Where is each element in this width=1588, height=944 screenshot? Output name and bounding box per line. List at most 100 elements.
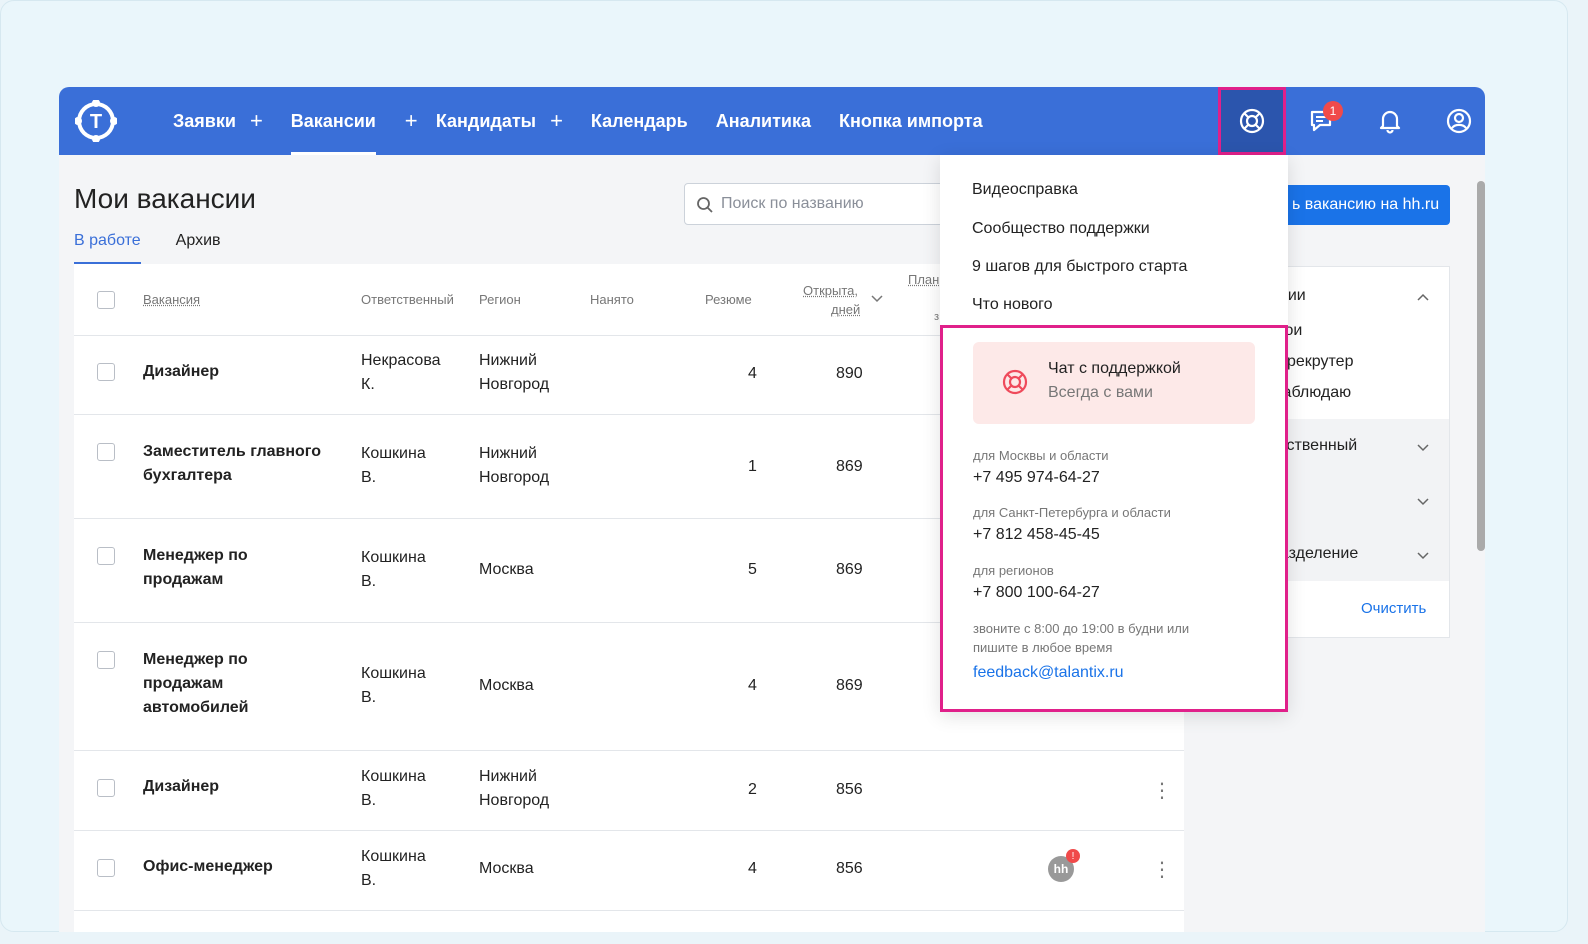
filter-panel: нсии Мои Я рекрутер Наблюдаю етственный … — [1270, 266, 1450, 638]
column-opened-days[interactable]: Открыта, — [803, 283, 858, 298]
nav-item-calendar[interactable]: Календарь — [591, 87, 688, 155]
page-title: Мои вакансии — [74, 183, 256, 214]
days-open: 890 — [836, 365, 863, 382]
menu-item-support-community[interactable]: Сообщество поддержки — [972, 220, 1150, 238]
region-name: Москва — [479, 860, 534, 877]
select-all-checkbox[interactable] — [97, 291, 115, 309]
lifebuoy-icon — [1239, 108, 1265, 134]
resume-count[interactable]: 1 — [748, 455, 757, 479]
owner-name: Кошкина В. — [361, 848, 426, 889]
owner-name: Кошкина В. — [361, 768, 426, 809]
notifications-button[interactable] — [1356, 87, 1424, 155]
talantix-logo[interactable]: T — [74, 99, 118, 143]
row-menu-icon[interactable]: ⋮ — [1152, 860, 1172, 880]
tab-in-progress[interactable]: В работе — [74, 232, 141, 264]
vacancy-name[interactable]: Офис-менеджер — [143, 855, 273, 879]
publish-hh-button[interactable]: ь вакансию на hh.ru — [1284, 185, 1450, 225]
filter-section-owner[interactable]: етственный — [1271, 419, 1449, 473]
days-open: 869 — [836, 458, 863, 475]
nav-item-analytics[interactable]: Аналитика — [716, 87, 811, 155]
user-avatar-icon — [1446, 108, 1472, 134]
table-row[interactable]: Дизайнер Кошкина В. Нижний Новгород 2 856 … — [74, 751, 1184, 831]
phone-spb[interactable]: +7 812 458-45-45 — [973, 526, 1100, 544]
nav-item-vacancies[interactable]: Вакансии + — [290, 87, 418, 155]
resume-count[interactable]: 5 — [748, 558, 757, 582]
nav-label[interactable]: Аналитика — [716, 111, 811, 132]
support-chat-card[interactable]: Чат с поддержкой Всегда с вами — [973, 342, 1255, 424]
support-chat-title[interactable]: Чат с поддержкой — [1048, 360, 1181, 378]
vacancy-name[interactable]: Заместитель главного бухгалтера — [143, 440, 321, 488]
chevron-down-icon[interactable] — [1417, 498, 1429, 506]
support-chat-subtitle: Всегда с вами — [1048, 384, 1153, 401]
help-button[interactable] — [1218, 87, 1286, 155]
menu-item-video-help[interactable]: Видеосправка — [972, 181, 1078, 199]
region-name: Москва — [479, 677, 534, 694]
row-checkbox[interactable] — [97, 547, 115, 565]
column-vacancy[interactable]: Вакансия — [143, 292, 200, 307]
phone-moscow[interactable]: +7 495 974-64-27 — [973, 469, 1100, 487]
resume-count[interactable]: 4 — [748, 674, 757, 698]
vacancy-name[interactable]: Менеджер по продажам — [143, 544, 248, 592]
nav-item-requests[interactable]: Заявки + — [173, 87, 263, 155]
nav-label[interactable]: Календарь — [591, 111, 688, 132]
search-input[interactable] — [721, 193, 971, 215]
days-open: 856 — [836, 860, 863, 877]
add-request-button[interactable]: + — [250, 110, 263, 132]
resume-count[interactable]: 4 — [748, 857, 757, 881]
row-checkbox[interactable] — [97, 779, 115, 797]
support-contacts-box: Чат с поддержкой Всегда с вами для Москв… — [940, 325, 1288, 712]
nav-label[interactable]: Заявки — [173, 111, 236, 132]
vacancy-name[interactable]: Менеджер по продажам автомобилей — [143, 648, 249, 720]
add-vacancy-button[interactable]: + — [405, 110, 418, 132]
nav-label[interactable]: Кнопка импорта — [839, 111, 983, 132]
resume-count[interactable]: 2 — [748, 778, 757, 802]
search-box[interactable] — [684, 183, 984, 225]
filter-section-department[interactable]: разделение — [1271, 527, 1449, 581]
chevron-up-icon[interactable] — [1417, 293, 1429, 301]
menu-item-whats-new[interactable]: Что нового — [972, 296, 1053, 314]
profile-button[interactable] — [1425, 87, 1485, 155]
messages-badge: 1 — [1323, 101, 1343, 121]
owner-name: Некрасова К. — [361, 352, 441, 393]
chevron-down-icon[interactable] — [1417, 552, 1429, 560]
column-plan[interactable]: План — [908, 272, 939, 287]
row-checkbox[interactable] — [97, 443, 115, 461]
days-open: 869 — [836, 561, 863, 578]
menu-item-quick-start[interactable]: 9 шагов для быстрого старта — [972, 258, 1187, 276]
region-name: Нижний Новгород — [479, 445, 550, 486]
owner-name: Кошкина В. — [361, 665, 426, 706]
phone-regions[interactable]: +7 800 100-64-27 — [973, 584, 1100, 602]
nav-item-candidates[interactable]: Кандидаты + — [436, 87, 563, 155]
vacancy-name[interactable]: Дизайнер — [143, 775, 219, 799]
nav-label[interactable]: Кандидаты — [436, 111, 536, 132]
column-owner: Ответственный — [361, 292, 454, 307]
phone-label-moscow: для Москвы и области — [973, 448, 1109, 463]
hh-alert-badge: ! — [1066, 849, 1080, 863]
column-opened-days-unit[interactable]: дней — [831, 302, 860, 317]
support-email-link[interactable]: feedback@talantix.ru — [973, 664, 1124, 682]
row-checkbox[interactable] — [97, 859, 115, 877]
row-checkbox[interactable] — [97, 651, 115, 669]
phone-label-regions: для регионов — [973, 563, 1054, 578]
column-plan-sub: з — [934, 311, 940, 323]
table-row[interactable]: Офис-менеджер Кошкина В. Москва 4 856 hh … — [74, 831, 1184, 911]
nav-label[interactable]: Вакансии — [291, 111, 376, 132]
row-menu-icon[interactable]: ⋮ — [1152, 781, 1172, 801]
filter-section-region[interactable]: он — [1271, 473, 1449, 527]
resume-count[interactable]: 4 — [748, 362, 757, 386]
tab-archive[interactable]: Архив — [176, 232, 221, 264]
row-checkbox[interactable] — [97, 363, 115, 381]
sort-chevron-icon[interactable] — [871, 295, 883, 303]
column-hired: Нанято — [590, 292, 634, 307]
phone-label-spb: для Санкт-Петербурга и области — [973, 505, 1171, 520]
messages-button[interactable]: 1 — [1287, 87, 1355, 155]
page-scrollbar[interactable] — [1477, 163, 1485, 932]
app-window: T Заявки + Вакансии + Кандидаты + Календ… — [59, 87, 1485, 932]
vacancy-name[interactable]: Дизайнер — [143, 360, 219, 384]
nav-item-import[interactable]: Кнопка импорта — [839, 87, 983, 155]
region-name: Москва — [479, 561, 534, 578]
add-candidate-button[interactable]: + — [550, 110, 563, 132]
clear-filters-link[interactable]: Очистить — [1361, 600, 1426, 617]
scrollbar-thumb[interactable] — [1477, 181, 1485, 551]
chevron-down-icon[interactable] — [1417, 444, 1429, 452]
